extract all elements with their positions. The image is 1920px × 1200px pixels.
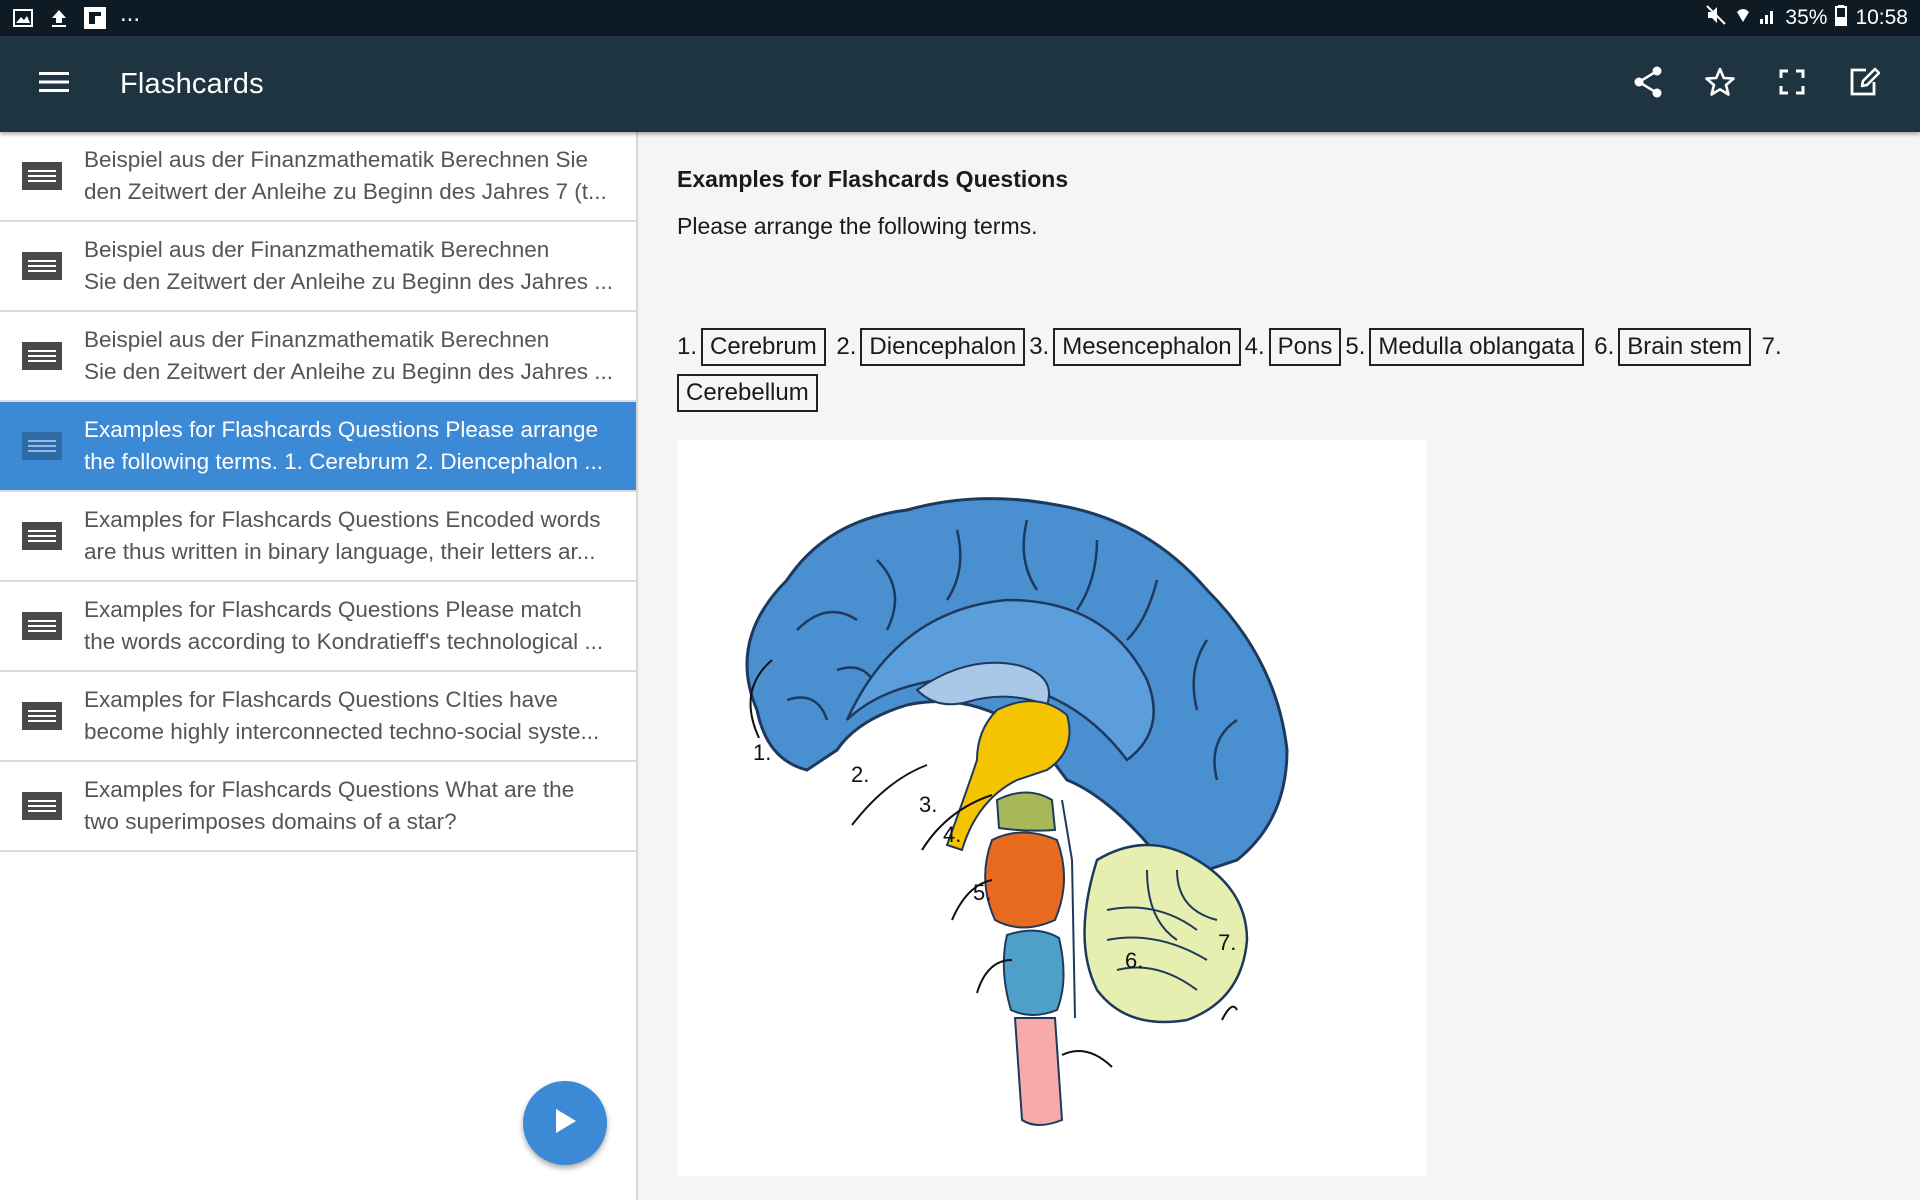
figure-label: 6.	[1125, 948, 1144, 973]
question-prompt: Please arrange the following terms.	[677, 213, 1038, 239]
app-bar: Flashcards	[0, 36, 1920, 132]
play-icon	[552, 1107, 578, 1140]
term-number: 4.	[1244, 333, 1265, 360]
card-icon	[0, 252, 84, 280]
flashcard-list: Beispiel aus der Finanzmathematik Berech…	[0, 132, 638, 1200]
figure-label: 5.	[973, 880, 992, 905]
list-item-line1: Examples for Flashcards Questions Encode…	[84, 507, 601, 532]
clock: 10:58	[1855, 6, 1908, 29]
upload-notification-icon	[48, 7, 70, 29]
mute-icon	[1705, 4, 1727, 32]
card-icon	[0, 792, 84, 820]
wifi-icon	[1735, 4, 1751, 32]
list-item-line2: two superimposes domains of a star?	[84, 809, 457, 834]
share-button[interactable]	[1612, 48, 1684, 120]
list-item-line1: Examples for Flashcards Questions What a…	[84, 777, 575, 802]
card-icon	[0, 342, 84, 370]
app-title: Flashcards	[120, 67, 264, 100]
card-icon	[0, 522, 84, 550]
list-item-line1: Examples for Flashcards Questions Please…	[84, 417, 598, 442]
list-item[interactable]: Beispiel aus der Finanzmathematik Berech…	[0, 312, 636, 402]
list-item-line2: are thus written in binary language, the…	[84, 539, 596, 564]
card-content: Examples for Flashcards Questions Please…	[640, 132, 1920, 1200]
list-item-line2: den Zeitwert der Anleihe zu Beginn des J…	[84, 179, 607, 204]
term-box[interactable]: Cerebrum	[701, 328, 826, 366]
list-item-line2: become highly interconnected techno-soci…	[84, 719, 600, 744]
term-number: 5.	[1345, 333, 1366, 360]
card-icon	[0, 702, 84, 730]
more-notifications: ...	[120, 0, 141, 27]
list-item-line1: Beispiel aus der Finanzmathematik Berech…	[84, 237, 550, 262]
figure-label: 3.	[919, 792, 938, 817]
card-icon	[0, 612, 84, 640]
menu-icon	[39, 71, 69, 98]
term-box[interactable]: Mesencephalon	[1053, 328, 1241, 366]
term-number: 2.	[836, 333, 857, 360]
question-title: Examples for Flashcards Questions	[677, 166, 1069, 192]
list-item-line2: the following terms. 1. Cerebrum 2. Dien…	[84, 449, 604, 474]
battery-percent: 35%	[1785, 6, 1828, 29]
fullscreen-icon	[1779, 69, 1805, 100]
edit-button[interactable]	[1828, 48, 1900, 120]
term-number: 3.	[1029, 333, 1050, 360]
term-list: 1. Cerebrum 2. Diencephalon 3. Mesencephalon…	[677, 324, 1857, 416]
edit-icon	[1848, 66, 1881, 103]
term-box[interactable]: Brain stem	[1618, 328, 1751, 366]
brain-illustration	[745, 497, 1289, 1126]
list-item[interactable]: Examples for Flashcards Questions Encode…	[0, 492, 636, 582]
figure-label: 2.	[851, 762, 870, 787]
term-box[interactable]: Pons	[1268, 328, 1342, 366]
brain-diagram: 1. 2. 3. 4. 5. 6. 7.	[677, 440, 1427, 1176]
list-item-line1: Examples for Flashcards Questions CIties…	[84, 687, 558, 712]
figure-label: 7.	[1218, 930, 1237, 955]
flipboard-notification-icon	[84, 7, 106, 29]
list-item[interactable]: Beispiel aus der Finanzmathematik Berech…	[0, 132, 636, 222]
term-number: 6.	[1594, 333, 1615, 360]
term-number: 7.	[1761, 333, 1782, 360]
list-item[interactable]: Examples for Flashcards Questions What a…	[0, 762, 636, 852]
status-bar: ... 35% 10:58	[0, 0, 1920, 36]
list-item-line1: Examples for Flashcards Questions Please…	[84, 597, 582, 622]
term-number: 1.	[677, 333, 698, 360]
term-box[interactable]: Medulla oblangata	[1369, 328, 1584, 366]
list-item[interactable]: Beispiel aus der Finanzmathematik Berech…	[0, 222, 636, 312]
star-icon	[1705, 67, 1735, 102]
list-item-selected[interactable]: Examples for Flashcards Questions Please…	[0, 402, 636, 492]
list-item-line1: Beispiel aus der Finanzmathematik Berech…	[84, 327, 550, 352]
list-item[interactable]: Examples for Flashcards Questions Please…	[0, 582, 636, 672]
list-item-line2: Sie den Zeitwert der Anleihe zu Beginn d…	[84, 269, 614, 294]
card-icon	[0, 162, 84, 190]
term-box[interactable]: Diencephalon	[860, 328, 1026, 366]
list-item[interactable]: Examples for Flashcards Questions CIties…	[0, 672, 636, 762]
figure-label: 4.	[943, 822, 962, 847]
fullscreen-button[interactable]	[1756, 48, 1828, 120]
card-icon	[0, 432, 84, 460]
list-item-line1: Beispiel aus der Finanzmathematik Berech…	[84, 147, 589, 172]
term-box[interactable]: Cerebellum	[677, 374, 818, 412]
image-notification-icon	[12, 7, 34, 29]
figure-label: 1.	[753, 740, 772, 765]
list-item-line2: Sie den Zeitwert der Anleihe zu Beginn d…	[84, 359, 614, 384]
favorite-button[interactable]	[1684, 48, 1756, 120]
menu-button[interactable]	[24, 54, 84, 114]
battery-icon	[1835, 4, 1848, 32]
share-icon	[1633, 66, 1663, 103]
list-item-line2: the words according to Kondratieff's tec…	[84, 629, 604, 654]
play-button[interactable]	[523, 1081, 607, 1165]
signal-icon	[1759, 5, 1777, 31]
